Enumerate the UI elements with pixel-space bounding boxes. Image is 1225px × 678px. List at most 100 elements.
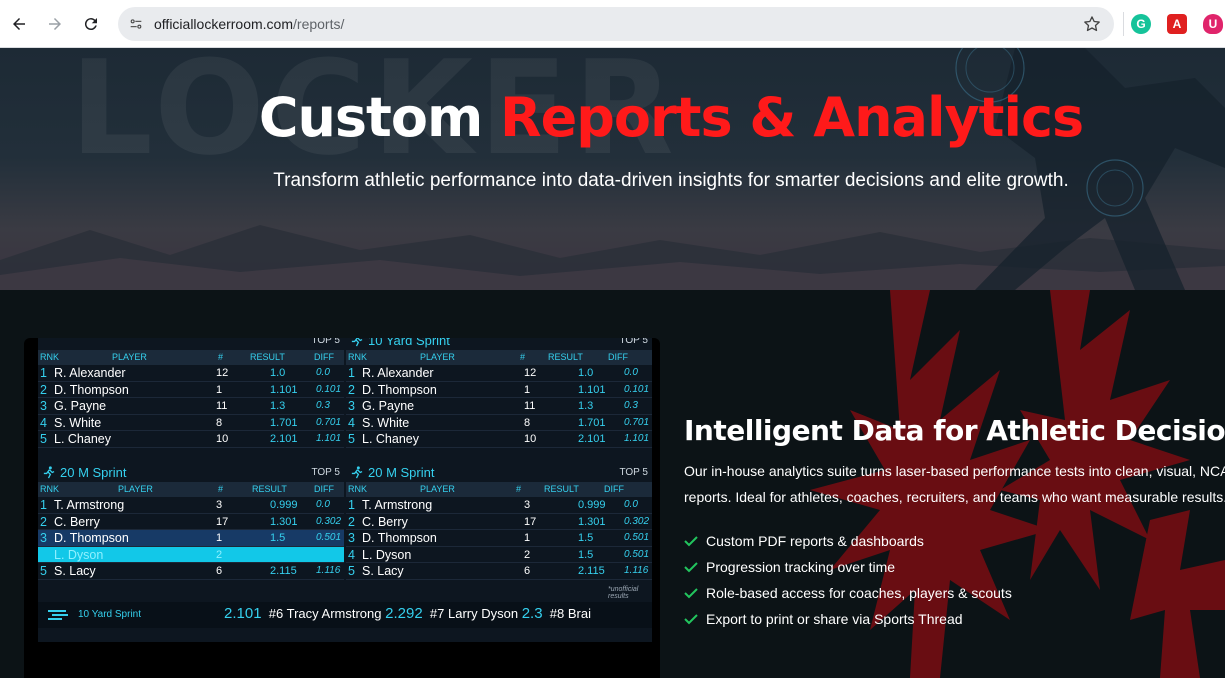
rank: 4 [40,415,47,430]
player-name: L. Chaney [362,432,419,446]
reload-icon[interactable] [77,10,105,38]
list-item: Export to print or share via Sports Thre… [684,606,1012,632]
header-result: RESULT [252,484,287,494]
list-item-text: Progression tracking over time [706,559,896,575]
panel-title-text: 20 M Sprint [368,465,435,480]
player-number: 11 [524,400,536,412]
rank: 5 [40,564,47,578]
panel-title: 20 M Sprint TOP 5 [346,464,652,482]
player-name: D. Thompson [54,531,129,545]
player-number: 8 [216,416,223,429]
player-name: S. Lacy [362,564,404,578]
header-diff: DIFF [604,484,624,494]
result: 1.101 [270,383,298,396]
player-number: 1 [216,383,223,396]
diff: 0.3 [316,400,330,411]
result: 0.999 [270,499,298,511]
player-name: T. Armstrong [54,498,125,512]
rank: 5 [40,432,47,446]
player-name: C. Berry [362,514,408,529]
top5-label: TOP 5 [619,467,648,478]
header-diff: DIFF [314,484,334,494]
result: 1.0 [270,367,286,379]
header-rnk: RNK [348,352,368,362]
list-item-text: Custom PDF reports & dashboards [706,533,924,549]
top5-label: TOP 5 [311,338,340,346]
feature-description-line: Our in-house analytics suite turns laser… [684,463,1225,479]
rank: 1 [348,366,355,380]
diff: 0.302 [316,515,342,527]
player-number: 1 [216,532,223,544]
url-path: /reports/ [293,16,345,32]
player-name: D. Thompson [54,382,129,397]
diff: 1.116 [624,565,649,576]
ublock-extension-icon[interactable]: U [1203,14,1223,34]
player-name: D. Thompson [362,531,437,545]
analytics-section: TOP 5 RNK PLAYER # RESULT DIFF 1 R. Alexa… [0,290,1225,678]
header-number: # [520,352,526,362]
header-number: # [218,352,224,362]
player-number: 10 [216,433,229,445]
table-row: 1 R. Alexander 12 1.0 0.0 [38,365,344,382]
toolbar-separator [1123,12,1124,36]
result: 1.101 [578,383,606,396]
rank: 3 [40,531,47,545]
table-row: 1 T. Armstrong 3 0.999 0.0 [38,497,344,514]
check-icon [684,536,698,547]
rank: 1 [40,498,47,512]
back-arrow-icon[interactable] [5,10,33,38]
player-name: L. Chaney [54,432,111,446]
panel-title: TOP 5 [38,338,344,350]
rank: 1 [348,498,355,512]
result: 2.101 [270,433,298,445]
diff: 0.3 [624,400,638,411]
feature-description-line: reports. Ideal for athletes, coaches, re… [684,489,1225,505]
panel-header-row: RNK PLAYER # RESULT DIFF [346,482,652,497]
header-rnk: RNK [348,484,368,494]
table-row: 5 S. Lacy 6 2.115 1.116 [38,563,344,580]
page-title-red: Reports & Analytics [500,86,1084,149]
leaderboard-panel: 20 M Sprint TOP 5 RNK PLAYER # RESULT DIF… [346,464,652,580]
result: 1.5 [270,532,286,544]
grammarly-extension-icon[interactable]: G [1131,14,1151,34]
rank: 3 [348,399,355,413]
rank: 4 [348,547,355,562]
forward-arrow-icon[interactable] [41,10,69,38]
rank: 2 [40,514,47,529]
url-text[interactable]: officiallockerroom.com/reports/ [154,16,344,32]
page-subtitle: Transform athletic performance into data… [273,170,1069,191]
player-number: 2 [216,548,223,561]
rank: 5 [348,432,355,446]
pdf-extension-icon[interactable]: A [1167,14,1187,34]
player-name: G. Payne [362,399,415,413]
result: 1.701 [578,416,606,429]
result: 1.301 [270,515,298,528]
player-name: D. Thompson [362,382,437,397]
table-row: 2 C. Berry 17 1.301 0.302 [38,514,344,530]
page-title-white: Custom [258,86,483,149]
result: 2.115 [270,565,297,577]
bookmark-star-icon[interactable] [1082,14,1102,34]
player-name: S. White [54,415,102,430]
player-number: 6 [216,565,223,577]
table-row: 1 R. Alexander 12 1.0 0.0 [346,365,652,382]
table-row: 3 D. Thompson 1 1.5 0.501 [38,530,344,547]
player-number: 8 [524,416,531,429]
header-number: # [218,484,224,494]
player-name: S. Lacy [54,564,96,578]
player-number: 3 [524,499,531,511]
feature-description: Our in-house analytics suite turns laser… [684,458,1225,510]
site-info-icon[interactable] [124,12,148,36]
table-row: 4 S. White 8 1.701 0.701 [38,415,344,431]
result: 2.101 [578,433,606,445]
sprint-logo-icon [48,610,68,620]
diff: 0.701 [316,416,342,428]
panel-title-text: 20 M Sprint [60,465,127,480]
player-name: L. Dyson [362,547,412,562]
result: 1.701 [270,416,298,429]
table-row: 3 G. Payne 11 1.3 0.3 [346,398,652,415]
unofficial-note: *unofficial results [608,586,639,600]
leaderboard-panel: TOP 5 RNK PLAYER # RESULT DIFF 1 R. Alexa… [38,338,344,448]
address-bar[interactable]: officiallockerroom.com/reports/ [118,7,1114,41]
player-number: 12 [216,367,229,379]
